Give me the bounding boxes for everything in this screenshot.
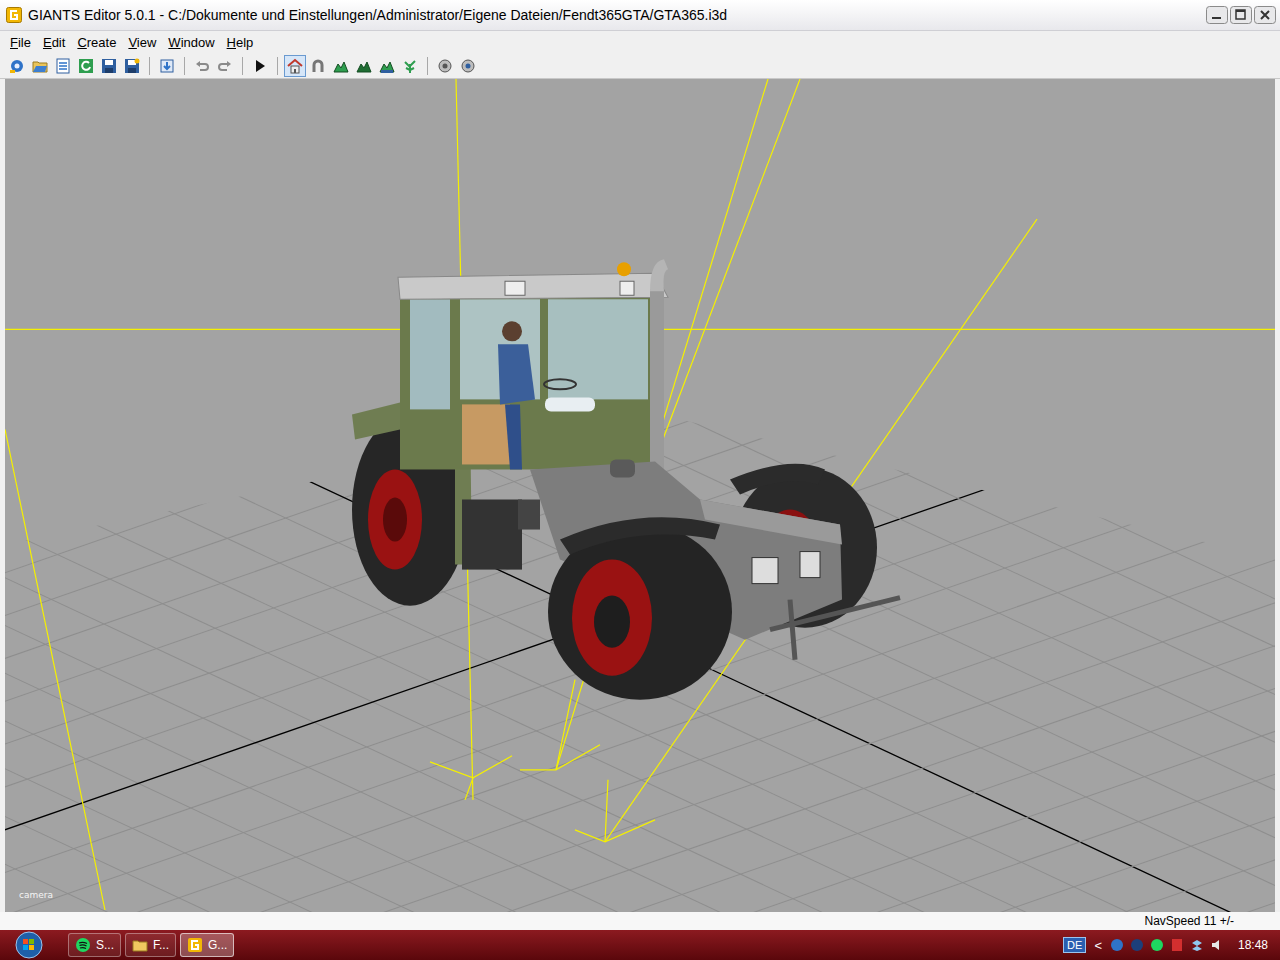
toolbar-separator	[242, 57, 243, 75]
network-icon[interactable]	[1110, 938, 1124, 952]
task-buttons: S... F... G...	[68, 933, 234, 957]
saveall-icon	[124, 58, 140, 74]
title-bar: GIANTS Editor 5.0.1 - C:/Dokumente und E…	[0, 0, 1280, 31]
gray2-icon	[460, 58, 476, 74]
terrain3-icon	[379, 58, 395, 74]
toolbar-button[interactable]	[214, 55, 236, 77]
toolbar-button[interactable]	[399, 55, 421, 77]
gear-icon	[9, 58, 25, 74]
toolbar-button[interactable]	[98, 55, 120, 77]
toolbar-button[interactable]	[156, 55, 178, 77]
toolbar-button[interactable]	[6, 55, 28, 77]
toolbar-separator	[277, 57, 278, 75]
close-icon[interactable]	[1254, 6, 1276, 24]
toolbar-group	[156, 55, 178, 77]
menu-item[interactable]: View	[122, 35, 162, 50]
undo-icon	[194, 58, 210, 74]
task-label: F...	[153, 938, 169, 952]
list-icon	[55, 58, 71, 74]
scene-canvas[interactable]	[5, 79, 1275, 912]
dropbox-icon[interactable]	[1190, 938, 1204, 952]
maximize-icon[interactable]	[1230, 6, 1252, 24]
window-buttons	[1206, 6, 1276, 24]
terrain-icon	[333, 58, 349, 74]
language-indicator[interactable]: DE	[1063, 937, 1086, 953]
toolbar-group	[249, 55, 271, 77]
menu-item[interactable]: Edit	[37, 35, 71, 50]
toolbar-button[interactable]	[284, 55, 306, 77]
nav-speed: NavSpeed 11 +/-	[1144, 914, 1234, 928]
volume-icon[interactable]	[1210, 938, 1224, 952]
status-icon[interactable]	[1130, 938, 1144, 952]
play-icon	[252, 58, 268, 74]
toolbar-button[interactable]	[191, 55, 213, 77]
toolbar-button[interactable]	[457, 55, 479, 77]
redo-icon	[217, 58, 233, 74]
system-tray: DE <18:48	[1063, 937, 1274, 953]
toolbar-button[interactable]	[75, 55, 97, 77]
house-icon	[287, 58, 303, 74]
task-button[interactable]: S...	[68, 933, 121, 957]
toolbar-separator	[149, 57, 150, 75]
task-button[interactable]: G...	[180, 933, 234, 957]
toolbar-button[interactable]	[353, 55, 375, 77]
folder-icon	[32, 58, 48, 74]
magnet-icon	[310, 58, 326, 74]
folder-icon	[132, 937, 148, 953]
window-title: GIANTS Editor 5.0.1 - C:/Dokumente und E…	[28, 7, 727, 23]
tractor-model[interactable]	[352, 259, 900, 700]
task-label: S...	[96, 938, 114, 952]
light-gizmos[interactable]	[5, 79, 1275, 910]
toolbar-group	[284, 55, 421, 77]
toolbar-button[interactable]	[52, 55, 74, 77]
toolbar-button[interactable]	[307, 55, 329, 77]
menu-item[interactable]: Help	[221, 35, 260, 50]
toolbar	[0, 53, 1280, 79]
toolbar-group	[6, 55, 143, 77]
giants-logo-icon	[6, 7, 22, 23]
toolbar-button[interactable]	[330, 55, 352, 77]
pdf-icon[interactable]	[1170, 938, 1184, 952]
import-icon	[159, 58, 175, 74]
toolbar-button[interactable]	[249, 55, 271, 77]
menu-item[interactable]: Create	[71, 35, 122, 50]
3d-viewport[interactable]: camera	[5, 79, 1275, 912]
taskbar: S... F... G... DE <18:48	[0, 930, 1280, 960]
toolbar-group	[434, 55, 479, 77]
start-button-icon[interactable]	[14, 930, 44, 960]
toolbar-button[interactable]	[121, 55, 143, 77]
spotify-tray-icon[interactable]	[1150, 938, 1164, 952]
toolbar-button[interactable]	[376, 55, 398, 77]
plant-icon	[402, 58, 418, 74]
gray-icon	[437, 58, 453, 74]
ground-grid	[5, 79, 1275, 912]
toolbar-separator	[427, 57, 428, 75]
refresh-icon	[78, 58, 94, 74]
menu-bar: FileEditCreateViewWindowHelp	[0, 31, 1280, 53]
spotify-icon	[75, 937, 91, 953]
status-bar: NavSpeed 11 +/-	[0, 912, 1280, 930]
menu-item[interactable]: File	[4, 35, 37, 50]
toolbar-group	[191, 55, 236, 77]
toolbar-button[interactable]	[29, 55, 51, 77]
giants-icon	[187, 937, 203, 953]
menu-item[interactable]: Window	[162, 35, 220, 50]
tray-toggle[interactable]: <	[1092, 938, 1104, 953]
toolbar-button[interactable]	[434, 55, 456, 77]
minimize-icon[interactable]	[1206, 6, 1228, 24]
clock[interactable]: 18:48	[1230, 938, 1274, 952]
camera-label: camera	[19, 890, 53, 900]
terrain2-icon	[356, 58, 372, 74]
save-icon	[101, 58, 117, 74]
toolbar-separator	[184, 57, 185, 75]
task-button[interactable]: F...	[125, 933, 176, 957]
giants-editor-window: GIANTS Editor 5.0.1 - C:/Dokumente und E…	[0, 0, 1280, 960]
task-label: G...	[208, 938, 227, 952]
